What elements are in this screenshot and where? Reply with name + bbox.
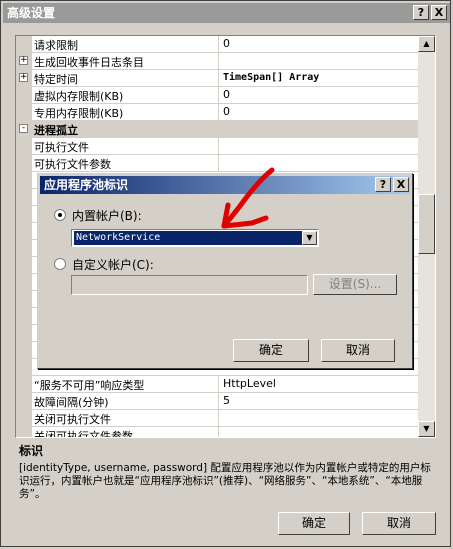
row-gutter xyxy=(16,36,32,52)
grid-row[interactable]: 可执行文件 xyxy=(16,138,420,155)
row-gutter: + xyxy=(16,70,32,86)
property-name: 请求限制 xyxy=(34,39,78,52)
grid-row[interactable]: 关闭可执行文件参数 xyxy=(16,427,420,438)
dialog-title: 应用程序池标识 xyxy=(44,178,129,192)
row-gutter xyxy=(16,155,32,171)
scroll-thumb[interactable] xyxy=(418,194,435,254)
property-value[interactable]: 0 xyxy=(218,36,420,52)
custom-account-label: 自定义帐户(C): xyxy=(72,258,154,272)
scroll-up-icon[interactable]: ▲ xyxy=(418,36,435,52)
dialog-title-bar: 应用程序池标识 ? X xyxy=(40,176,410,194)
property-name: 生成回收事件日志条目 xyxy=(34,56,144,69)
grid-row[interactable]: + 特定时间 TimeSpan[] Array xyxy=(16,70,420,87)
settings-button[interactable]: 设置(S)... xyxy=(313,274,397,295)
grid-row[interactable]: “服务不可用”响应类型 HttpLevel xyxy=(16,376,420,393)
expand-icon[interactable]: + xyxy=(19,73,28,82)
window-title: 高级设置 xyxy=(7,6,56,20)
property-name: 专用内存限制(KB) xyxy=(34,107,124,120)
scroll-down-icon[interactable]: ▼ xyxy=(418,421,435,437)
description-pane: 标识 [identityType, username, password] 配置… xyxy=(15,442,436,502)
grid-row[interactable]: + 生成回收事件日志条目 xyxy=(16,53,420,70)
cancel-button[interactable]: 取消 xyxy=(362,512,436,535)
row-gutter xyxy=(16,257,32,273)
row-gutter xyxy=(16,172,32,188)
dialog-ok-button[interactable]: 确定 xyxy=(233,339,309,362)
row-gutter xyxy=(16,342,32,358)
grid-row[interactable]: 专用内存限制(KB) 0 xyxy=(16,104,420,121)
dialog-cancel-button[interactable]: 取消 xyxy=(321,339,395,362)
collapse-icon[interactable]: - xyxy=(19,124,28,133)
row-gutter xyxy=(16,359,32,375)
row-gutter xyxy=(16,308,32,324)
property-value[interactable]: 0 xyxy=(218,87,420,103)
row-gutter xyxy=(16,189,32,205)
builtin-account-label: 内置帐户(B): xyxy=(72,209,142,223)
category-row[interactable]: - 进程孤立 xyxy=(16,121,420,138)
custom-account-field[interactable] xyxy=(71,275,308,295)
property-name: 特定时间 xyxy=(34,73,78,86)
dialog-help-button[interactable]: ? xyxy=(375,177,391,192)
property-name: 关闭可执行文件参数 xyxy=(34,430,133,438)
description-text: [identityType, username, password] 配置应用程… xyxy=(19,462,431,500)
row-gutter xyxy=(16,87,32,103)
vertical-scrollbar[interactable]: ▲ ▼ xyxy=(418,36,435,437)
property-name: “服务不可用”响应类型 xyxy=(34,379,145,392)
row-gutter xyxy=(16,240,32,256)
property-value[interactable] xyxy=(218,138,420,154)
row-gutter xyxy=(16,223,32,239)
grid-row[interactable]: 虚拟内存限制(KB) 0 xyxy=(16,87,420,104)
property-name: 虚拟内存限制(KB) xyxy=(34,90,124,103)
row-gutter xyxy=(16,206,32,222)
property-value[interactable] xyxy=(218,427,420,437)
row-gutter xyxy=(16,291,32,307)
property-value[interactable] xyxy=(218,53,420,69)
builtin-account-radio[interactable] xyxy=(54,209,66,221)
grid-row[interactable]: 故障间隔(分钟) 5 xyxy=(16,393,420,410)
builtin-account-value: NetworkService xyxy=(74,231,302,245)
property-value[interactable] xyxy=(218,155,420,171)
property-name: 关闭可执行文件 xyxy=(34,413,111,426)
grid-row[interactable]: 可执行文件参数 xyxy=(16,155,420,172)
title-bar: 高级设置 ? X xyxy=(3,3,450,23)
property-name: 故障间隔(分钟) xyxy=(34,396,109,409)
help-button[interactable]: ? xyxy=(413,5,429,20)
category-name: 进程孤立 xyxy=(34,124,78,137)
property-value[interactable]: TimeSpan[] Array xyxy=(218,70,420,86)
row-gutter xyxy=(16,376,32,392)
row-gutter: + xyxy=(16,53,32,69)
builtin-account-select[interactable]: NetworkService ▼ xyxy=(71,229,319,247)
row-gutter xyxy=(16,274,32,290)
row-gutter xyxy=(16,427,32,437)
property-value[interactable]: 0 xyxy=(218,104,420,120)
row-gutter xyxy=(16,393,32,409)
grid-row[interactable]: 请求限制 0 xyxy=(16,36,420,53)
row-gutter xyxy=(16,138,32,154)
app-pool-identity-dialog: 应用程序池标识 ? X 内置帐户(B): NetworkService ▼ 自定… xyxy=(37,173,413,369)
chevron-down-icon[interactable]: ▼ xyxy=(302,231,317,245)
expand-icon[interactable]: + xyxy=(19,56,28,65)
row-gutter xyxy=(16,104,32,120)
property-name: 可执行文件 xyxy=(34,141,89,154)
description-title: 标识 xyxy=(19,444,44,458)
property-value[interactable]: 5 xyxy=(218,393,420,409)
close-button[interactable]: X xyxy=(431,5,447,20)
dialog-close-button[interactable]: X xyxy=(393,177,409,192)
property-value[interactable] xyxy=(218,410,420,426)
property-name: 可执行文件参数 xyxy=(34,158,111,171)
custom-account-radio[interactable] xyxy=(54,258,66,270)
property-value[interactable]: HttpLevel xyxy=(218,376,420,392)
grid-row[interactable]: 关闭可执行文件 xyxy=(16,410,420,427)
ok-button[interactable]: 确定 xyxy=(278,512,350,535)
row-gutter xyxy=(16,410,32,426)
row-gutter xyxy=(16,325,32,341)
